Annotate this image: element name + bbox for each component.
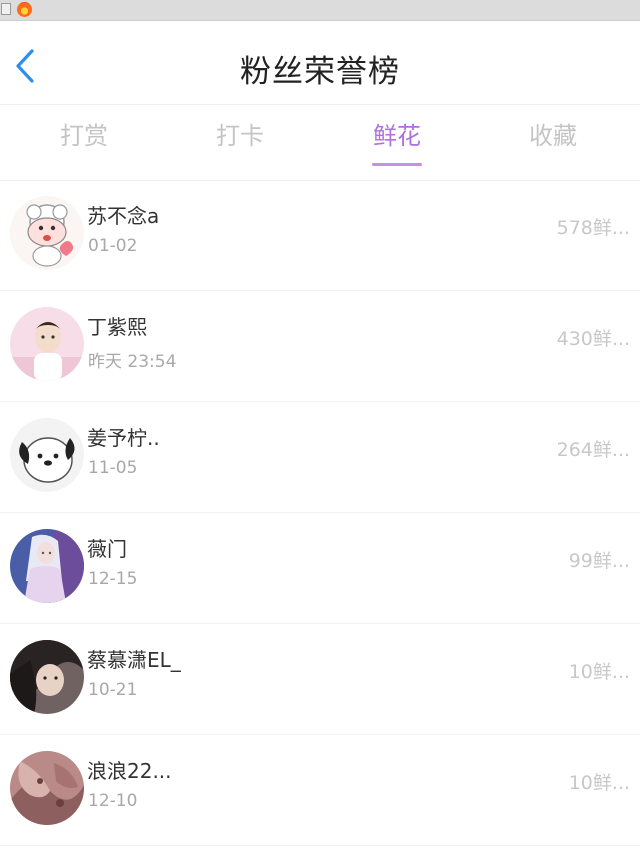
flower-count: 10鲜...	[568, 772, 630, 794]
active-tab-indicator	[372, 163, 422, 166]
fan-time: 01-02	[88, 236, 138, 256]
tab-reward[interactable]: 打赏	[24, 112, 144, 164]
tab-label: 打卡	[216, 122, 264, 150]
tab-label: 收藏	[529, 122, 577, 150]
list-item[interactable]: 浪浪22... 12-10 10鲜...	[0, 735, 640, 846]
system-status-bar	[0, 0, 640, 21]
tab-label: 鲜花	[373, 122, 421, 150]
fan-time: 12-15	[88, 569, 138, 589]
list-item[interactable]: 丁紫熙 昨天 23:54 430鲜...	[0, 291, 640, 402]
flower-count: 264鲜...	[556, 439, 630, 461]
fan-ranking-list: 苏不念a 01-02 578鲜... 丁紫熙 昨天 23:54 430鲜...	[0, 180, 640, 846]
tab-flowers[interactable]: 鲜花	[337, 112, 457, 166]
list-item[interactable]: 蔡慕潇EL_ 10-21 10鲜...	[0, 624, 640, 735]
flower-count: 99鲜...	[568, 550, 630, 572]
avatar	[10, 640, 84, 714]
fan-name: 蔡慕潇EL_	[87, 648, 181, 672]
fan-name: 浪浪22...	[87, 759, 172, 783]
avatar	[10, 418, 84, 492]
avatar	[10, 196, 84, 270]
avatar	[10, 751, 84, 825]
list-item[interactable]: 姜予柠.. 11-05 264鲜...	[0, 402, 640, 513]
fan-name: 薇门	[87, 537, 127, 561]
list-item[interactable]: 苏不念a 01-02 578鲜...	[0, 180, 640, 291]
fire-icon	[17, 2, 32, 17]
fan-time: 12-10	[88, 791, 138, 811]
list-item[interactable]: 薇门 12-15 99鲜...	[0, 513, 640, 624]
fan-time: 昨天 23:54	[88, 352, 177, 372]
flower-count: 578鲜...	[556, 217, 630, 239]
tab-checkin[interactable]: 打卡	[180, 112, 300, 164]
fan-time: 11-05	[88, 458, 138, 478]
page-header: 粉丝荣誉榜	[0, 20, 640, 105]
flower-count: 430鲜...	[556, 328, 630, 350]
fan-name: 姜予柠..	[87, 426, 160, 450]
fan-time: 10-21	[88, 680, 138, 700]
flower-count: 10鲜...	[568, 661, 630, 683]
avatar	[10, 529, 84, 603]
fan-name: 苏不念a	[87, 204, 160, 228]
tab-label: 打赏	[60, 122, 108, 150]
window-icon	[1, 3, 11, 15]
tab-favorites[interactable]: 收藏	[493, 112, 613, 164]
page-title: 粉丝荣誉榜	[240, 54, 400, 90]
avatar	[10, 307, 84, 381]
fan-name: 丁紫熙	[87, 315, 147, 339]
tab-bar: 打赏 打卡 鲜花 收藏	[0, 104, 640, 181]
